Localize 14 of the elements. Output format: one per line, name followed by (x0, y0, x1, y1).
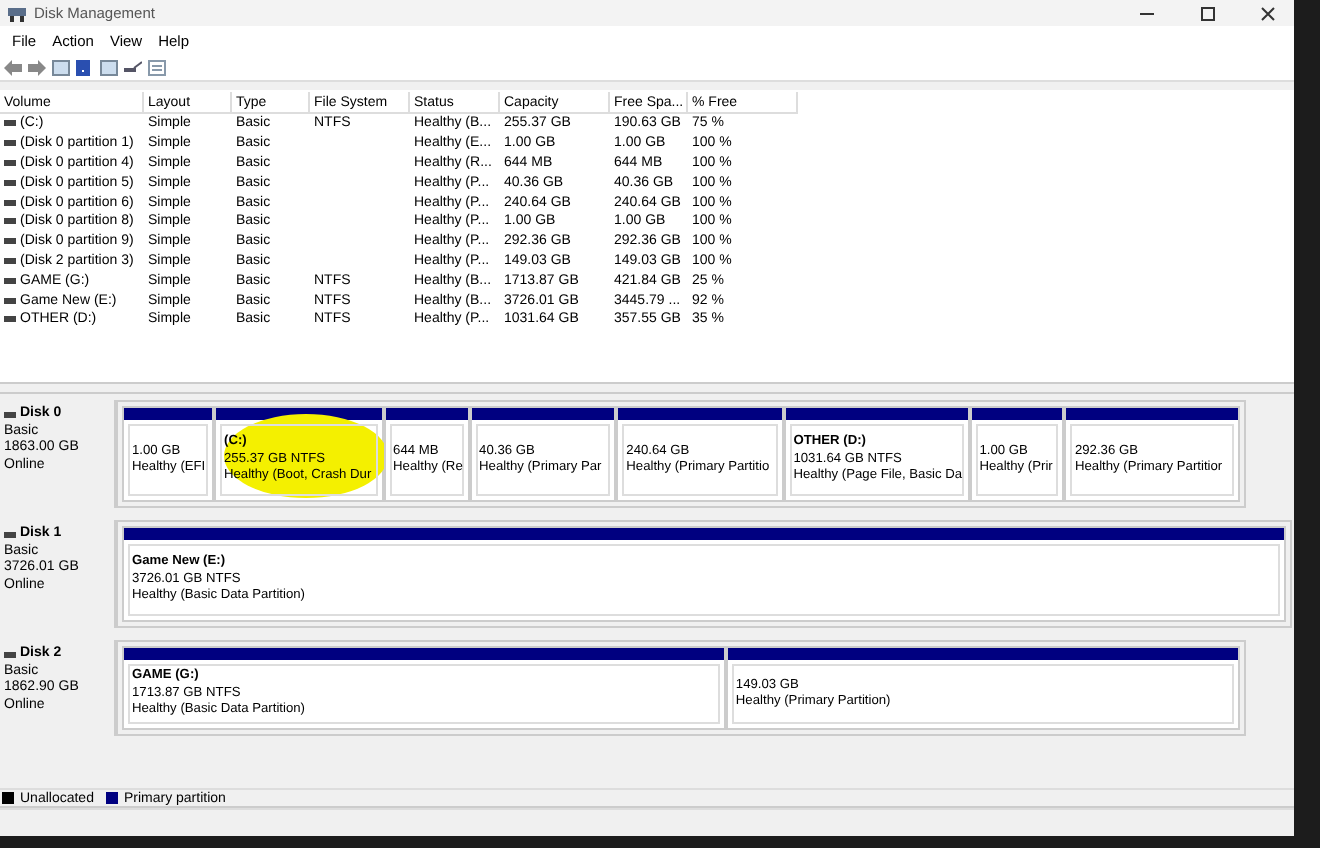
drive-icon (4, 411, 16, 418)
list-icon[interactable] (148, 59, 166, 75)
help-icon[interactable] (76, 59, 94, 75)
forward-icon[interactable] (28, 59, 46, 75)
console-icon[interactable] (52, 59, 70, 75)
console-icon[interactable] (100, 59, 118, 75)
drive-icon (4, 120, 16, 127)
drive-icon (4, 651, 16, 658)
drive-icon (4, 277, 16, 284)
drive-icon (4, 179, 16, 186)
disk-icon[interactable] (124, 59, 142, 75)
app-icon (8, 5, 26, 21)
back-icon[interactable] (4, 59, 22, 75)
drive-icon (4, 531, 16, 538)
